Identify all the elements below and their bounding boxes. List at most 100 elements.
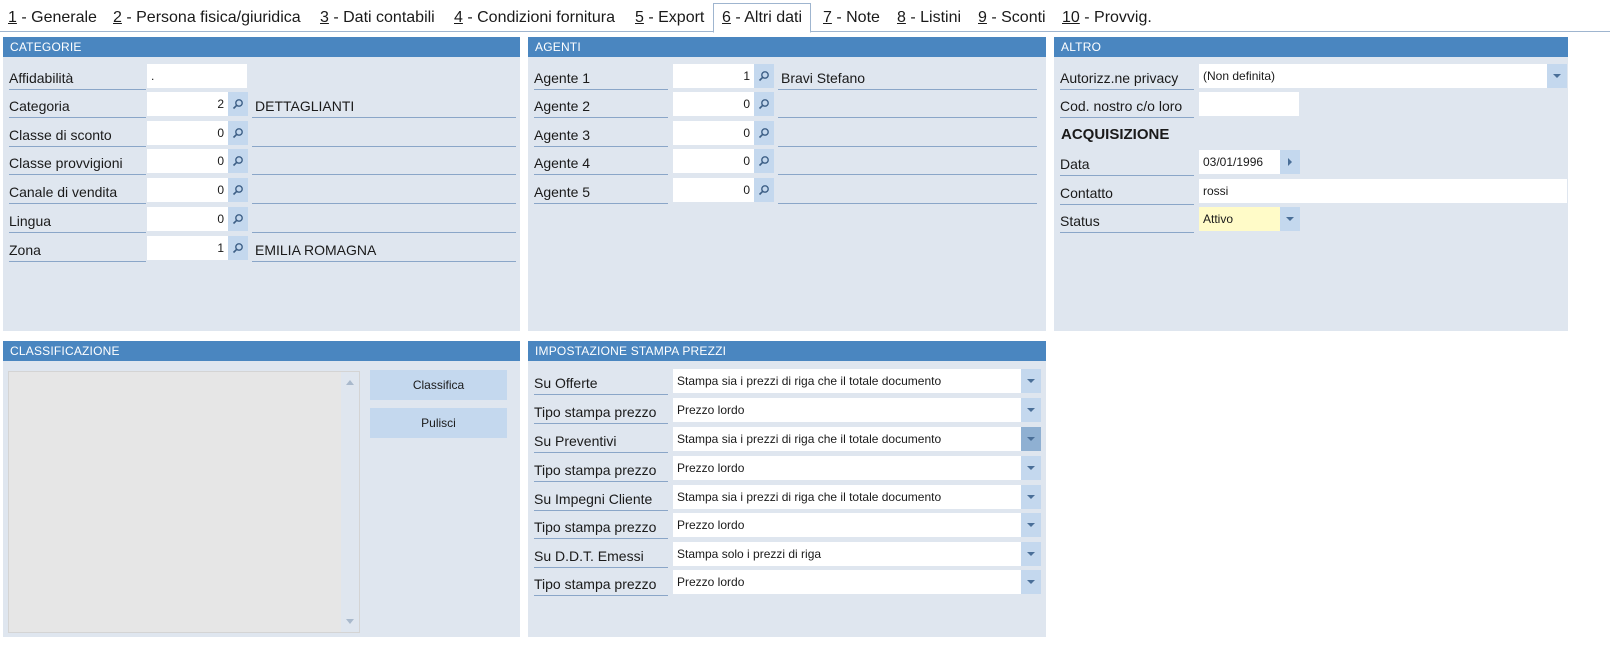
agente-5-search-icon[interactable]	[754, 178, 774, 202]
zona-input[interactable]: 1	[147, 236, 228, 260]
tab-export[interactable]: 5 - Export	[633, 4, 706, 32]
date-picker-arrow-icon[interactable]	[1280, 150, 1300, 174]
tipo-stampa-2-select[interactable]: Prezzo lordo	[673, 456, 1021, 480]
contatto-label: Contatto	[1060, 179, 1194, 205]
tab-generale[interactable]: 1 - Generale	[6, 4, 99, 32]
agente-2-input[interactable]: 0	[673, 92, 754, 116]
agente-1-input[interactable]: 1	[673, 64, 754, 88]
zona-search-icon[interactable]	[228, 236, 248, 260]
su-impegni-cliente-dropdown-icon[interactable]	[1021, 485, 1041, 509]
tipo-stampa-4-select[interactable]: Prezzo lordo	[673, 570, 1021, 594]
tipo-stampa-4-dropdown-icon[interactable]	[1021, 570, 1041, 594]
classe-provvigioni-desc	[252, 149, 516, 175]
categoria-row: Categoria 2 DETTAGLIANTI	[3, 92, 520, 118]
status-row: Status Attivo	[1054, 207, 1568, 233]
tab-persona-fisica-giuridica[interactable]: 2 - Persona fisica/giuridica	[111, 4, 303, 32]
agente-2-label: Agente 2	[534, 92, 668, 118]
lingua-search-icon[interactable]	[228, 207, 248, 231]
agente-1-search-icon[interactable]	[754, 64, 774, 88]
affidabilita-input[interactable]: .	[147, 64, 247, 88]
su-offerte-label: Su Offerte	[534, 369, 668, 395]
tipo-stampa-2-dropdown-icon[interactable]	[1021, 456, 1041, 480]
tab-sconti[interactable]: 9 - Sconti	[976, 4, 1048, 32]
tipo-stampa-4-row: Tipo stampa prezzo Prezzo lordo	[528, 570, 1046, 596]
agente-3-row: Agente 3 0	[528, 121, 1046, 147]
tipo-stampa-1-dropdown-icon[interactable]	[1021, 398, 1041, 422]
su-offerte-dropdown-icon[interactable]	[1021, 369, 1041, 393]
data-input[interactable]: 03/01/1996	[1199, 150, 1280, 174]
classe-sconto-search-icon[interactable]	[228, 121, 248, 145]
su-offerte-row: Su Offerte Stampa sia i prezzi di riga c…	[528, 369, 1046, 395]
status-label: Status	[1060, 207, 1194, 233]
agente-4-desc	[778, 149, 1037, 175]
agente-4-search-icon[interactable]	[754, 149, 774, 173]
classe-provvigioni-search-icon[interactable]	[228, 149, 248, 173]
scroll-down-icon[interactable]	[346, 619, 354, 624]
su-ddt-emessi-select[interactable]: Stampa solo i prezzi di riga	[673, 542, 1021, 566]
su-impegni-cliente-row: Su Impegni Cliente Stampa sia i prezzi d…	[528, 485, 1046, 511]
cod-nostro-input[interactable]	[1199, 92, 1299, 116]
status-select[interactable]: Attivo	[1199, 207, 1280, 231]
pulisci-button[interactable]: Pulisci	[370, 408, 507, 438]
tipo-stampa-3-dropdown-icon[interactable]	[1021, 513, 1041, 537]
privacy-dropdown-icon[interactable]	[1547, 64, 1567, 88]
agente-4-label: Agente 4	[534, 149, 668, 175]
agente-3-desc	[778, 121, 1037, 147]
tab-altri-dati[interactable]: 6 - Altri dati	[713, 3, 812, 33]
tipo-stampa-3-select[interactable]: Prezzo lordo	[673, 513, 1021, 537]
su-ddt-emessi-label: Su D.D.T. Emessi	[534, 542, 668, 568]
categoria-search-icon[interactable]	[228, 92, 248, 116]
agente-3-input[interactable]: 0	[673, 121, 754, 145]
agente-5-desc	[778, 178, 1037, 204]
altro-panel: ALTRO Autorizz.ne privacy (Non definita)…	[1054, 37, 1568, 331]
su-preventivi-dropdown-icon[interactable]	[1021, 427, 1041, 451]
classe-sconto-row: Classe di sconto 0	[3, 121, 520, 147]
tab-condizioni-fornitura[interactable]: 4 - Condizioni fornitura	[452, 4, 617, 32]
agente-2-search-icon[interactable]	[754, 92, 774, 116]
classe-sconto-input[interactable]: 0	[147, 121, 228, 145]
agente-1-desc: Bravi Stefano	[778, 64, 1037, 90]
scroll-up-icon[interactable]	[346, 380, 354, 385]
tab-listini[interactable]: 8 - Listini	[895, 4, 963, 32]
classe-sconto-desc	[252, 121, 516, 147]
agente-3-search-icon[interactable]	[754, 121, 774, 145]
status-dropdown-icon[interactable]	[1280, 207, 1300, 231]
canale-vendita-input[interactable]: 0	[147, 178, 228, 202]
canale-vendita-desc	[252, 178, 516, 204]
tipo-stampa-4-label: Tipo stampa prezzo	[534, 570, 668, 596]
agente-5-input[interactable]: 0	[673, 178, 754, 202]
su-preventivi-select[interactable]: Stampa sia i prezzi di riga che il total…	[673, 427, 1021, 451]
classificazione-scrollbar[interactable]	[341, 372, 359, 632]
tab-note[interactable]: 7 - Note	[821, 4, 882, 32]
tipo-stampa-2-row: Tipo stampa prezzo Prezzo lordo	[528, 456, 1046, 482]
classe-provvigioni-input[interactable]: 0	[147, 149, 228, 173]
categoria-input[interactable]: 2	[147, 92, 228, 116]
lingua-input[interactable]: 0	[147, 207, 228, 231]
agente-1-label: Agente 1	[534, 64, 668, 90]
stampa-prezzi-header: IMPOSTAZIONE STAMPA PREZZI	[528, 341, 1046, 361]
tab-dati-contabili[interactable]: 3 - Dati contabili	[318, 4, 437, 32]
classifica-button[interactable]: Classifica	[370, 370, 507, 400]
agenti-panel: AGENTI Agente 1 1 Bravi Stefano Agente 2…	[528, 37, 1046, 331]
categorie-header: CATEGORIE	[3, 37, 520, 57]
su-offerte-select[interactable]: Stampa sia i prezzi di riga che il total…	[673, 369, 1021, 393]
privacy-label: Autorizz.ne privacy	[1060, 64, 1194, 90]
su-preventivi-row: Su Preventivi Stampa sia i prezzi di rig…	[528, 427, 1046, 453]
su-ddt-emessi-dropdown-icon[interactable]	[1021, 542, 1041, 566]
classificazione-list[interactable]	[8, 371, 360, 633]
su-impegni-cliente-label: Su Impegni Cliente	[534, 485, 668, 511]
contatto-row: Contatto rossi	[1054, 179, 1568, 205]
contatto-input[interactable]: rossi	[1199, 179, 1567, 203]
tab-provvig[interactable]: 10 - Provvig.	[1060, 4, 1154, 32]
canale-vendita-search-icon[interactable]	[228, 178, 248, 202]
tipo-stampa-1-select[interactable]: Prezzo lordo	[673, 398, 1021, 422]
agente-2-desc	[778, 92, 1037, 118]
su-impegni-cliente-select[interactable]: Stampa sia i prezzi di riga che il total…	[673, 485, 1021, 509]
agente-4-input[interactable]: 0	[673, 149, 754, 173]
agente-4-row: Agente 4 0	[528, 149, 1046, 175]
privacy-select[interactable]: (Non definita)	[1199, 64, 1547, 88]
zona-row: Zona 1 EMILIA ROMAGNA	[3, 236, 520, 262]
agente-3-label: Agente 3	[534, 121, 668, 147]
classe-provvigioni-row: Classe provvigioni 0	[3, 149, 520, 175]
classe-provvigioni-label: Classe provvigioni	[9, 149, 146, 175]
